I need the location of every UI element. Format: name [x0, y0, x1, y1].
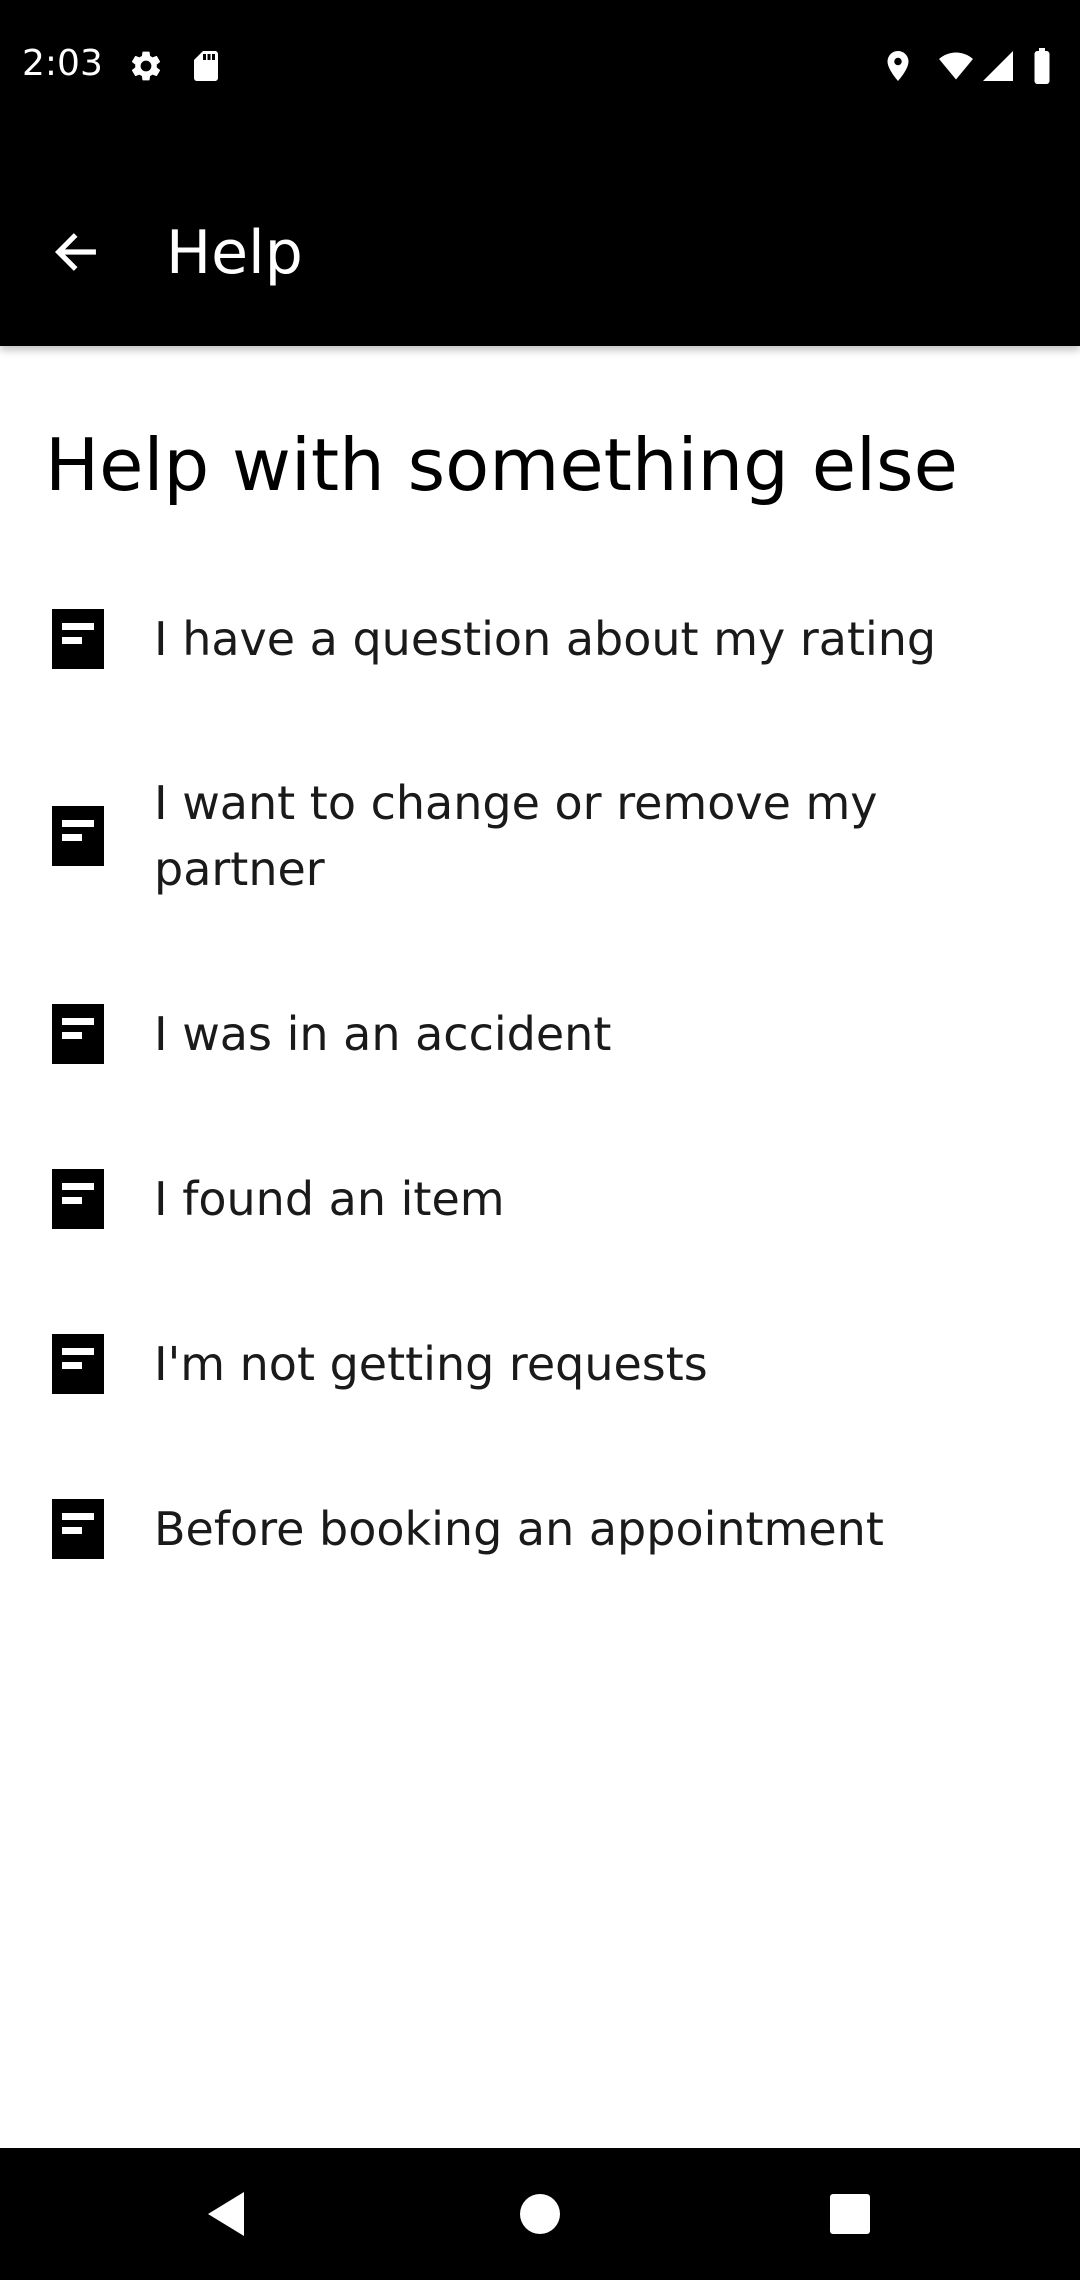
help-item-rating[interactable]: I have a question about my rating — [0, 556, 1080, 721]
page-title: Help — [166, 218, 303, 288]
help-item-label: Before booking an appointment — [154, 1501, 884, 1556]
back-triangle-icon — [208, 2192, 244, 2236]
location-icon — [887, 51, 909, 81]
document-icon — [52, 806, 104, 866]
help-item-found-item[interactable]: I found an item — [0, 1116, 1080, 1281]
help-item-label: I want to change or remove my partner — [154, 776, 878, 896]
nav-back-button[interactable] — [186, 2174, 266, 2254]
system-nav-bar — [0, 2148, 1080, 2280]
help-item-partner[interactable]: I want to change or remove my partner — [0, 721, 1080, 951]
document-icon — [52, 1003, 104, 1064]
recents-square-icon — [830, 2194, 870, 2234]
help-item-label: I'm not getting requests — [154, 1336, 708, 1391]
help-item-label: I was in an accident — [154, 1006, 612, 1061]
help-item-requests[interactable]: I'm not getting requests — [0, 1281, 1080, 1446]
app-bar: Help — [0, 132, 1080, 346]
help-screen: 2:03 Help Help with something else I hav… — [0, 0, 1080, 2280]
help-item-accident[interactable]: I was in an accident — [0, 951, 1080, 1116]
help-topic-list: I have a question about my rating I want… — [0, 556, 1080, 1611]
help-item-label: I have a question about my rating — [154, 611, 937, 666]
help-item-appointment[interactable]: Before booking an appointment — [0, 1446, 1080, 1611]
section-title: Help with something else — [45, 423, 958, 507]
status-bar: 2:03 — [0, 0, 1080, 132]
status-time: 2:03 — [22, 43, 103, 84]
document-icon — [52, 1498, 104, 1559]
signal-icon — [983, 51, 1013, 81]
gear-icon — [131, 51, 161, 81]
wifi-icon — [939, 52, 973, 80]
back-button[interactable] — [36, 212, 116, 292]
document-icon — [52, 608, 104, 669]
nav-recents-button[interactable] — [810, 2174, 890, 2254]
home-circle-icon — [520, 2194, 560, 2234]
document-icon — [52, 1168, 104, 1229]
battery-icon — [1034, 48, 1050, 84]
help-item-label: I found an item — [154, 1171, 505, 1226]
document-icon — [52, 1333, 104, 1394]
arrow-left-icon — [54, 233, 96, 271]
sd-card-icon — [194, 51, 218, 81]
nav-home-button[interactable] — [500, 2174, 580, 2254]
